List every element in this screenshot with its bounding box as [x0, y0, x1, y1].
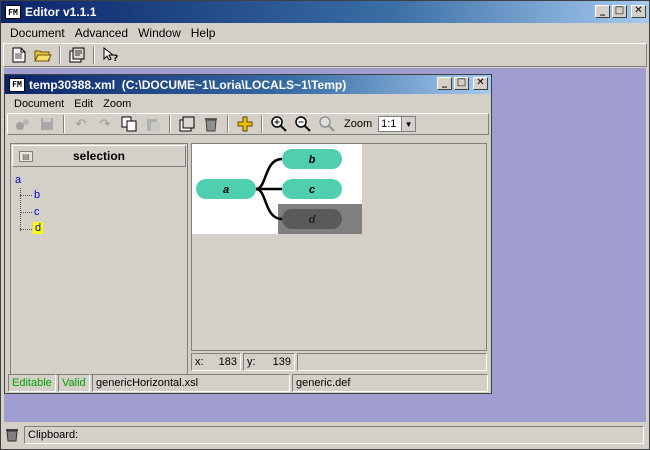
valid-status: Valid — [58, 374, 90, 392]
main-menu-bar: Document Advanced Window Help — [1, 23, 649, 43]
x-coordinate: x: 183 — [191, 353, 241, 371]
clipboard-bar: Clipboard: — [4, 424, 646, 446]
doc-minimize-button[interactable]: _ — [437, 77, 452, 90]
coordinate-extra-field — [297, 353, 487, 371]
doc-close-button[interactable]: ✕ — [473, 77, 488, 90]
zoom-out-icon[interactable] — [292, 114, 314, 134]
paste-icon[interactable] — [142, 114, 164, 134]
toolbar-separator — [59, 46, 61, 64]
node-properties-icon[interactable] — [176, 114, 198, 134]
diagram-svg: a b c d — [192, 144, 362, 234]
diagram-node-c-label: c — [309, 184, 315, 196]
chevron-down-icon[interactable]: ▼ — [401, 117, 416, 131]
main-title-bar[interactable]: FM Editor v1.1.1 _ □ ✕ — [1, 1, 649, 23]
diagram-node-b-label: b — [309, 154, 316, 166]
zoom-in-icon[interactable] — [268, 114, 290, 134]
coordinate-bar: x: 183 y: 139 — [191, 353, 487, 371]
definition-field: generic.def — [292, 374, 488, 392]
menu-document[interactable]: Document — [5, 26, 70, 40]
y-coordinate: y: 139 — [243, 353, 295, 371]
diagram-canvas[interactable]: a b c d — [191, 143, 487, 351]
doc-maximize-button[interactable]: □ — [454, 77, 469, 90]
whats-this-help-icon[interactable]: ? — [100, 45, 122, 65]
diagram-node-c[interactable]: c — [282, 179, 342, 199]
zoom-select-value: 1:1 — [381, 118, 397, 130]
app-title: Editor v1.1.1 — [25, 5, 97, 19]
toolbar-separator — [63, 115, 65, 133]
toolbar-separator — [93, 46, 95, 64]
menu-window[interactable]: Window — [133, 26, 186, 40]
doc-menu-document[interactable]: Document — [9, 98, 69, 110]
diagram-node-b[interactable]: b — [282, 149, 342, 169]
undo-icon[interactable]: ↶ — [70, 114, 92, 134]
main-toolbar: ? — [3, 43, 647, 67]
svg-text:?: ? — [113, 54, 118, 63]
properties-icon[interactable] — [66, 45, 88, 65]
delete-icon[interactable] — [200, 114, 222, 134]
editable-status: Editable — [8, 374, 56, 392]
close-button[interactable]: ✕ — [631, 5, 646, 18]
clipboard-trash-icon[interactable] — [4, 425, 20, 445]
document-window: FM temp30388.xml (C:\DOCUME~1\Loria\LOCA… — [4, 74, 492, 394]
toolbar-separator — [227, 115, 229, 133]
doc-menu-edit[interactable]: Edit — [69, 98, 98, 110]
diagram-node-a[interactable]: a — [196, 179, 256, 199]
save-icon[interactable] — [36, 114, 58, 134]
clipboard-label: Clipboard: — [28, 429, 79, 441]
selection-header-label: selection — [72, 149, 126, 163]
document-status-bar: Editable Valid genericHorizontal.xsl gen… — [8, 374, 488, 392]
document-menu-bar: Document Edit Zoom — [5, 94, 491, 113]
zoom-label: Zoom — [344, 118, 373, 130]
tree-connector — [20, 229, 32, 230]
diagram-node-d-label: d — [309, 214, 316, 226]
redo-icon[interactable]: ↷ — [94, 114, 116, 134]
new-document-icon[interactable] — [8, 45, 30, 65]
zoom-select[interactable]: 1:1 ▼ — [378, 116, 417, 132]
tree-connector — [20, 195, 32, 196]
document-title: temp30388.xml (C:\DOCUME~1\Loria\LOCALS~… — [29, 77, 347, 92]
app-logo-icon: FM — [5, 5, 21, 19]
connect-icon[interactable] — [12, 114, 34, 134]
toolbar-separator — [169, 115, 171, 133]
document-title-bar[interactable]: FM temp30388.xml (C:\DOCUME~1\Loria\LOCA… — [5, 75, 491, 94]
menu-help[interactable]: Help — [186, 26, 221, 40]
copy-icon[interactable] — [118, 114, 140, 134]
document-tree: a b c d — [12, 170, 186, 374]
x-label: x: — [195, 356, 204, 368]
clipboard-field: Clipboard: — [24, 426, 644, 444]
tree-pane: ▤ selection a b c d — [10, 143, 188, 375]
document-logo-icon: FM — [9, 77, 25, 92]
add-node-icon[interactable] — [234, 114, 256, 134]
x-value: 183 — [218, 356, 237, 368]
maximize-button[interactable]: □ — [612, 5, 627, 18]
minimize-button[interactable]: _ — [595, 5, 610, 18]
diagram-node-d-selected[interactable]: d — [282, 209, 342, 229]
tree-node-b[interactable]: b — [34, 189, 40, 201]
selection-header-button[interactable]: ▤ selection — [12, 145, 186, 167]
y-label: y: — [247, 356, 256, 368]
tree-node-c[interactable]: c — [34, 206, 40, 218]
stylesheet-field: genericHorizontal.xsl — [92, 374, 290, 392]
toolbar-separator — [261, 115, 263, 133]
diagram-node-a-label: a — [223, 184, 229, 196]
selection-toggle-icon[interactable]: ▤ — [19, 151, 33, 162]
tree-node-a[interactable]: a — [15, 174, 21, 186]
y-value: 139 — [272, 356, 291, 368]
tree-connector — [20, 212, 32, 213]
open-folder-icon[interactable] — [32, 45, 54, 65]
zoom-fit-icon[interactable] — [316, 114, 338, 134]
menu-advanced[interactable]: Advanced — [70, 26, 133, 40]
document-toolbar: ↶ ↷ Zoom 1:1 ▼ — [7, 113, 489, 135]
doc-menu-zoom[interactable]: Zoom — [98, 98, 136, 110]
tree-node-d-selected[interactable]: d — [33, 222, 44, 234]
